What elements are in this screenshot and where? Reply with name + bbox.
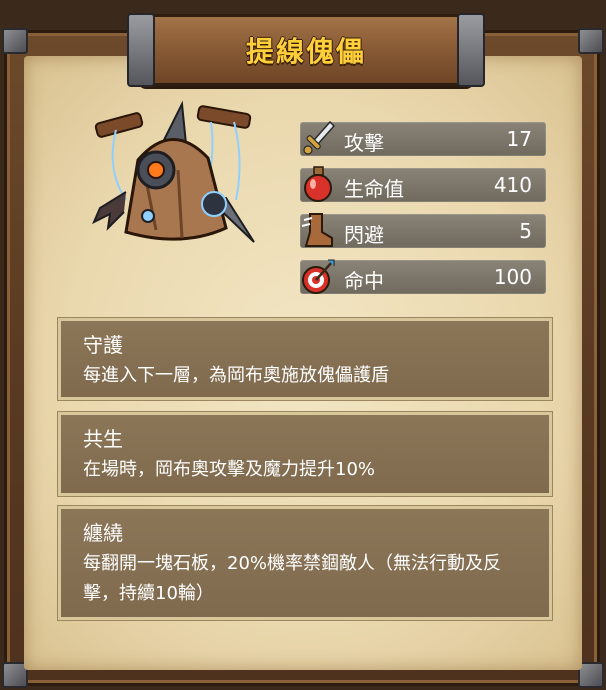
stat-dodge: 閃避 5 — [300, 213, 546, 248]
sword-icon — [303, 120, 336, 155]
skill-card-symbiosis: 共生 在場時，岡布奧攻擊及魔力提升10% — [58, 412, 552, 496]
skill-card-entangle: 纏繞 每翻開一塊石板，20%機率禁錮敵人（無法行動及反擊，持續10輪） — [58, 506, 552, 620]
skill-name: 共生 — [83, 427, 123, 451]
stat-value: 100 — [493, 265, 532, 289]
target-icon — [302, 259, 335, 294]
stat-hp: 生命值 410 — [300, 166, 546, 202]
skill-description: 在場時，岡布奧攻擊及魔力提升10% — [83, 459, 376, 480]
potion-icon — [304, 166, 332, 202]
frame-corner — [2, 28, 28, 54]
stat-label: 命中 — [344, 269, 384, 293]
stat-attack: 攻擊 17 — [300, 120, 546, 156]
stat-label: 生命值 — [344, 177, 404, 201]
puppet-portrait — [92, 100, 255, 243]
skill-card-guard: 守護 每進入下一層，為岡布奧施放傀儡護盾 — [58, 318, 552, 400]
banner-bracket — [457, 13, 485, 87]
stat-value: 5 — [519, 219, 532, 243]
skill-name: 守護 — [83, 333, 123, 357]
skill-name: 纏繞 — [83, 521, 123, 545]
skill-description: 每翻開一塊石板，20%機率禁錮敵人（無法行動及反擊，持續10輪） — [83, 553, 502, 604]
stat-label: 閃避 — [344, 223, 384, 247]
unit-title: 提線傀儡 — [245, 35, 366, 68]
skill-description: 每進入下一層，為岡布奧施放傀儡護盾 — [83, 365, 389, 386]
stat-value: 17 — [506, 127, 532, 151]
frame-corner — [578, 28, 604, 54]
stat-label: 攻擊 — [344, 131, 384, 155]
stat-value: 410 — [493, 173, 532, 197]
banner-bracket — [127, 13, 155, 87]
boot-icon — [301, 213, 333, 247]
title-banner: 提線傀儡 — [127, 13, 485, 87]
stat-accuracy: 命中 100 — [300, 259, 546, 294]
